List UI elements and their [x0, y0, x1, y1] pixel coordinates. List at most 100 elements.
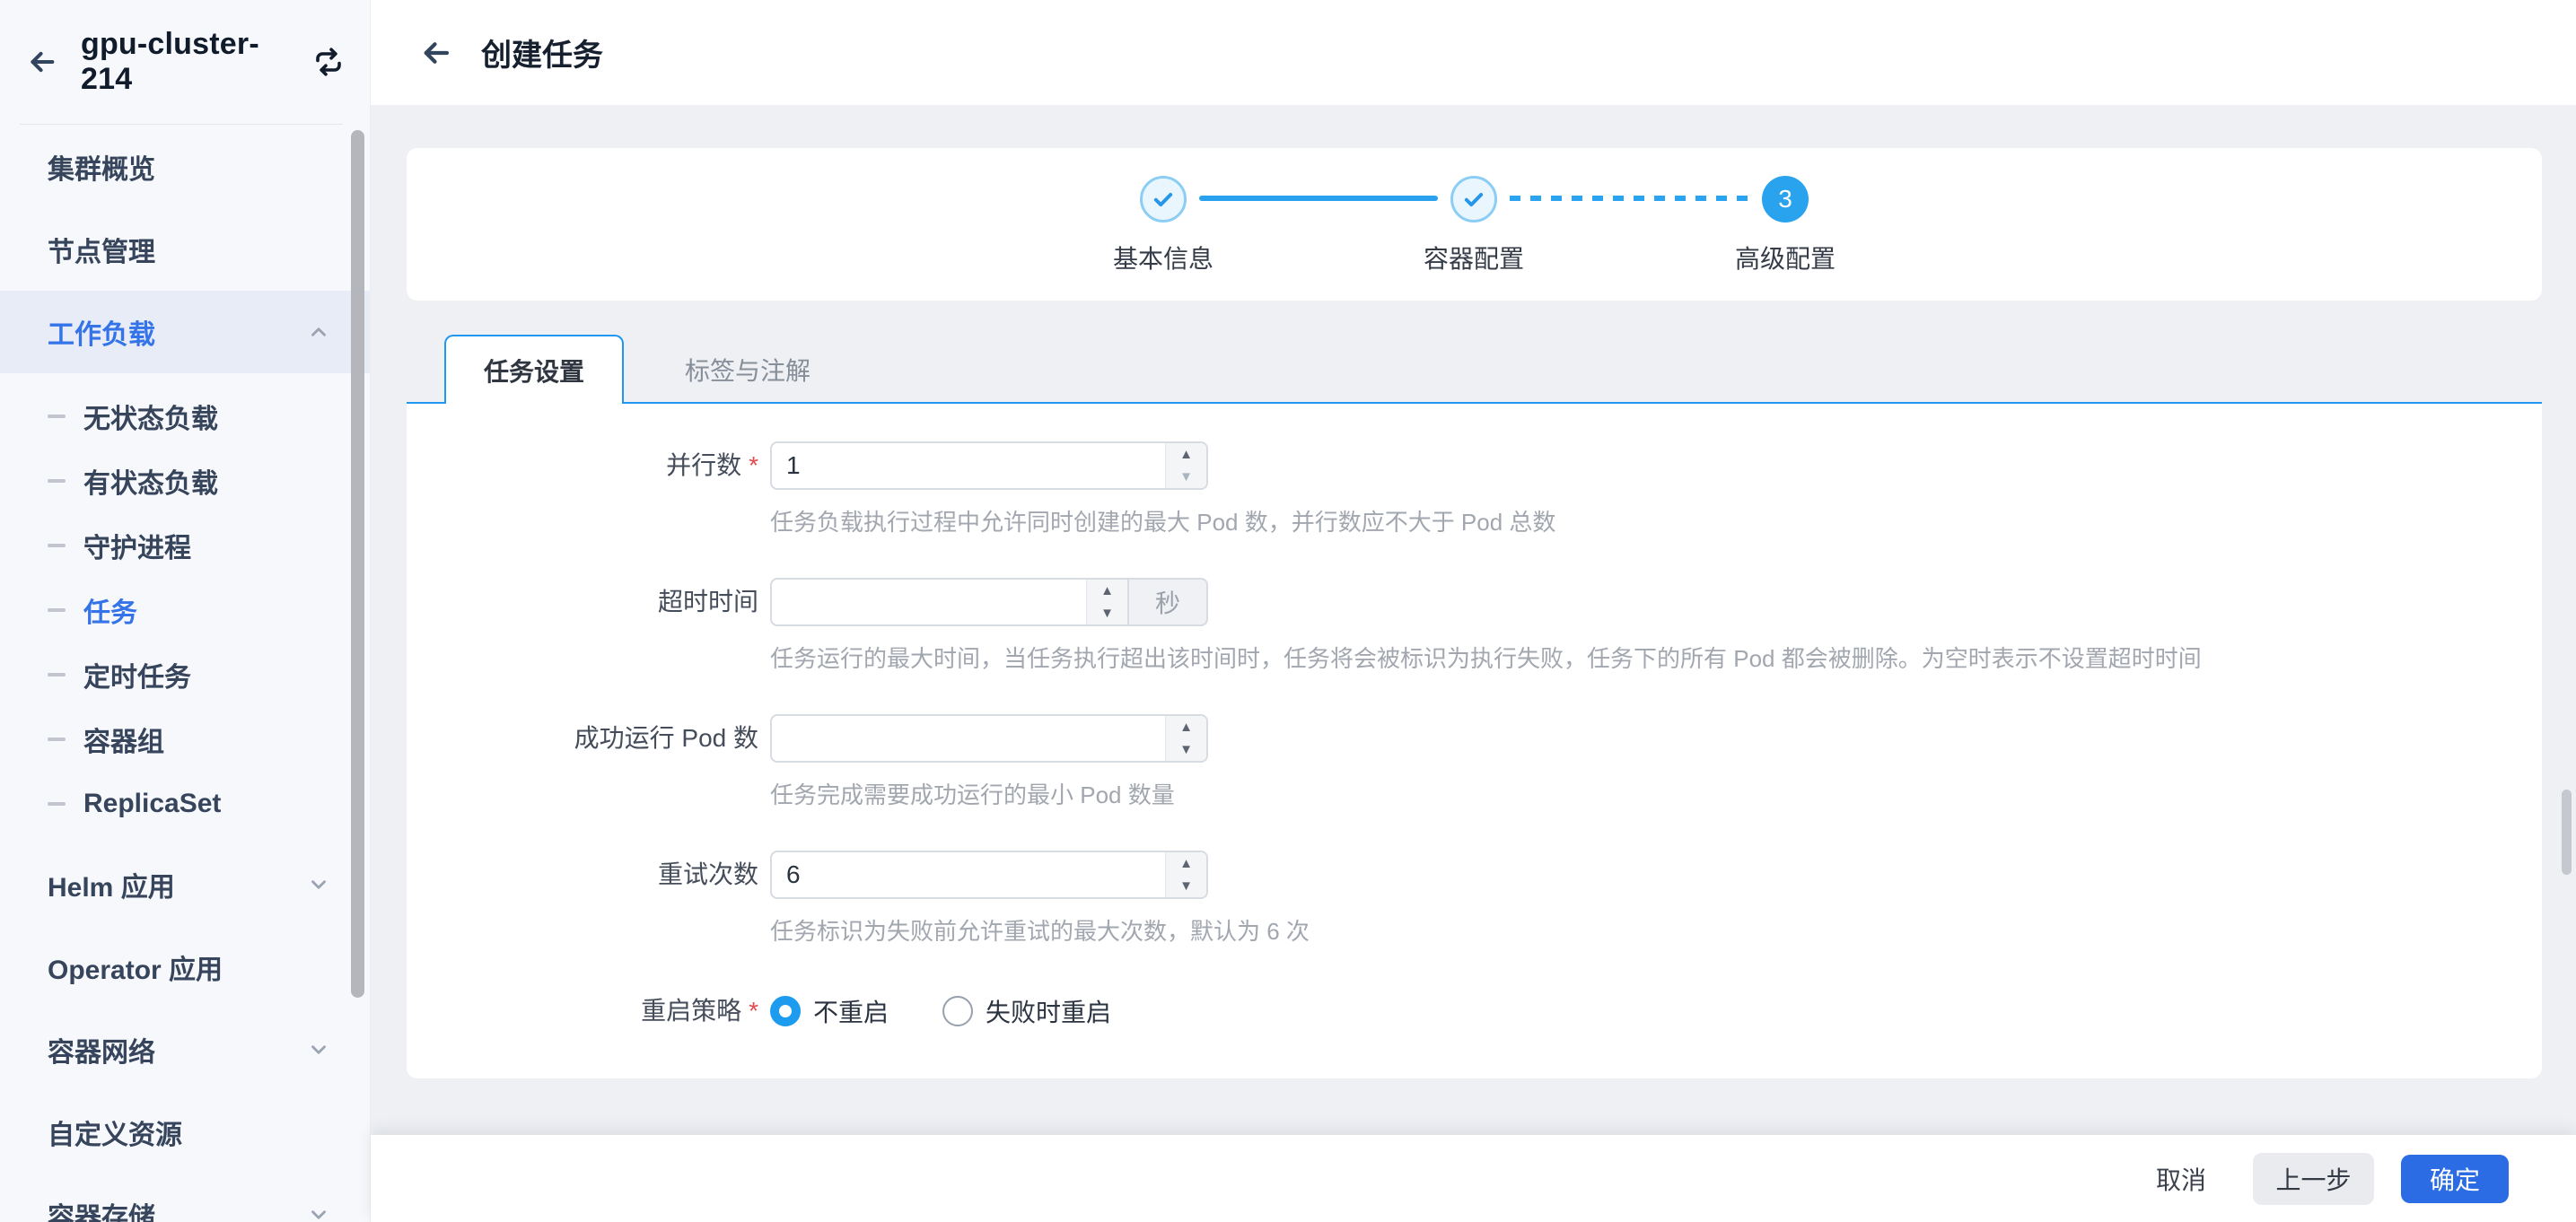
decrement-button[interactable]: ▼ [1166, 875, 1206, 897]
number-spinner: ▲▼ [1165, 716, 1206, 761]
stepper-card: 3 基本信息 容器配置 高级配置 [407, 148, 2542, 301]
sidebar-header: gpu-cluster-214 [0, 0, 370, 124]
sidebar-item-label: Operator 应用 [48, 947, 223, 987]
cancel-button[interactable]: 取消 [2156, 1161, 2206, 1197]
field-label: 重试次数 [407, 851, 758, 947]
required-asterisk: * [749, 451, 758, 479]
step-1-done-icon [1140, 176, 1187, 223]
sidebar-item-stateful[interactable]: 有状态负载 [0, 449, 370, 513]
form-row-parallelism: 并行数* 1 ▲▼ 任务负载执行过程中允许同时创建的最大 Pod 数，并行数应不… [407, 441, 2542, 537]
dash-icon [48, 802, 66, 806]
step-2-done-icon [1450, 176, 1497, 223]
field-help: 任务运行的最大时间，当任务执行超出该时间时，任务将会被标识为执行失败，任务下的所… [770, 641, 2202, 674]
tab-bar: 任务设置 标签与注解 [407, 335, 2542, 404]
required-asterisk: * [749, 997, 758, 1025]
dash-icon [48, 738, 66, 741]
dash-icon [48, 544, 66, 547]
sidebar-item-node-management[interactable]: 节点管理 [0, 208, 370, 291]
number-spinner: ▲▼ [1086, 580, 1127, 624]
sidebar-item-custom-resources[interactable]: 自定义资源 [0, 1091, 370, 1174]
sidebar-item-pods[interactable]: 容器组 [0, 707, 370, 772]
dash-icon [48, 479, 66, 483]
sidebar-item-label: 集群概览 [48, 147, 155, 187]
app-window: gpu-cluster-214 集群概览节点管理工作负载无状态负载有状态负载守护… [0, 0, 2576, 1222]
sidebar-item-replicaset[interactable]: ReplicaSet [0, 772, 370, 836]
sidebar-item-helm-apps[interactable]: Helm 应用 [0, 843, 370, 926]
sidebar-item-label: 定时任务 [83, 655, 191, 694]
completions-input[interactable]: ▲▼ [770, 714, 1208, 763]
previous-step-button[interactable]: 上一步 [2253, 1153, 2374, 1205]
switch-cluster-icon[interactable] [312, 46, 345, 78]
sidebar-item-operator-apps[interactable]: Operator 应用 [0, 926, 370, 1008]
radio-option-on-failure[interactable]: 失败时重启 [942, 993, 1111, 1029]
chevron-down-icon [307, 1038, 330, 1061]
footer-action-bar: 取消 上一步 确定 [371, 1135, 2576, 1222]
tab-labels-annotations[interactable]: 标签与注解 [676, 335, 819, 404]
page-header: 创建任务 [371, 0, 2576, 105]
sidebar-item-label: 工作负载 [48, 312, 155, 352]
tab-job-settings[interactable]: 任务设置 [444, 335, 624, 404]
sidebar-item-label: 自定义资源 [48, 1113, 182, 1152]
sidebar-item-label: 无状态负载 [83, 397, 218, 436]
sidebar-item-label: 有状态负载 [83, 461, 218, 501]
radio-option-never[interactable]: 不重启 [770, 993, 889, 1029]
sidebar-item-container-storage[interactable]: 容器存储 [0, 1174, 370, 1222]
sidebar-item-daemonset[interactable]: 守护进程 [0, 513, 370, 578]
main-area: 创建任务 3 基本信息 容器配置 高级配置 [371, 0, 2576, 1222]
chevron-up-icon [307, 320, 330, 344]
step-1-label: 基本信息 [1073, 240, 1253, 275]
page-content: 3 基本信息 容器配置 高级配置 任务设置 标签与注解 并行数* 1 [371, 105, 2576, 1135]
step-3-badge: 3 [1762, 176, 1809, 223]
sidebar-menu: 集群概览节点管理工作负载无状态负载有状态负载守护进程任务定时任务容器组 Repli… [0, 125, 370, 1222]
input-value: 6 [772, 852, 1165, 897]
field-label: 超时时间 [407, 578, 758, 674]
increment-button[interactable]: ▲ [1166, 443, 1206, 466]
sidebar-item-cronjobs[interactable]: 定时任务 [0, 642, 370, 707]
number-spinner: ▲▼ [1165, 852, 1206, 897]
decrement-button[interactable]: ▼ [1087, 602, 1127, 624]
job-settings-panel: 并行数* 1 ▲▼ 任务负载执行过程中允许同时创建的最大 Pod 数，并行数应不… [407, 404, 2542, 1078]
increment-button[interactable]: ▲ [1087, 580, 1127, 602]
sidebar-item-stateless[interactable]: 无状态负载 [0, 384, 370, 449]
sidebar-item-cluster-overview[interactable]: 集群概览 [0, 126, 370, 208]
sidebar-item-container-network[interactable]: 容器网络 [0, 1008, 370, 1091]
step-connector-solid [1199, 196, 1438, 201]
stepper: 3 基本信息 容器配置 高级配置 [1140, 148, 1809, 301]
retries-input[interactable]: 6 ▲▼ [770, 851, 1208, 899]
radio-selected-icon[interactable] [770, 996, 801, 1026]
chevron-down-icon [307, 1203, 330, 1222]
field-label: 成功运行 Pod 数 [407, 714, 758, 810]
sidebar: gpu-cluster-214 集群概览节点管理工作负载无状态负载有状态负载守护… [0, 0, 371, 1222]
dash-icon [48, 673, 66, 676]
sidebar-scrollbar-thumb[interactable] [351, 130, 364, 998]
increment-button[interactable]: ▲ [1166, 716, 1206, 738]
step-2-label: 容器配置 [1384, 240, 1564, 275]
page-back-arrow-icon[interactable] [420, 37, 452, 69]
page-scrollbar-thumb[interactable] [2562, 790, 2572, 875]
radio-unselected-icon[interactable] [942, 996, 973, 1026]
decrement-button[interactable]: ▼ [1166, 466, 1206, 488]
sidebar-item-label: 容器存储 [48, 1195, 155, 1222]
field-help: 任务完成需要成功运行的最小 Pod 数量 [770, 777, 1208, 810]
sidebar-item-label: ReplicaSet [83, 789, 221, 819]
input-value: 1 [772, 443, 1165, 488]
back-arrow-icon[interactable] [27, 47, 57, 77]
form-row-timeout: 超时时间 ▲▼ 秒 任务运行的最大时间，当任务执行超出该时间时，任务将会被标识为… [407, 578, 2542, 674]
restart-policy-radio-group: 不重启 失败时重启 [770, 987, 1165, 1035]
page-title: 创建任务 [481, 31, 603, 74]
field-help: 任务负载执行过程中允许同时创建的最大 Pod 数，并行数应不大于 Pod 总数 [770, 504, 1555, 537]
cluster-title: gpu-cluster-214 [81, 27, 276, 97]
confirm-button[interactable]: 确定 [2401, 1155, 2509, 1203]
parallelism-input[interactable]: 1 ▲▼ [770, 441, 1208, 490]
dash-icon [48, 415, 66, 418]
increment-button[interactable]: ▲ [1166, 852, 1206, 875]
chevron-down-icon [307, 873, 330, 896]
decrement-button[interactable]: ▼ [1166, 738, 1206, 761]
unit-addon-seconds: 秒 [1129, 578, 1208, 626]
field-label: 并行数* [407, 441, 758, 537]
form-row-completions: 成功运行 Pod 数 ▲▼ 任务完成需要成功运行的最小 Pod 数量 [407, 714, 2542, 810]
sidebar-item-workloads[interactable]: 工作负载 [0, 291, 370, 373]
sidebar-item-jobs[interactable]: 任务 [0, 578, 370, 642]
form-row-restart-policy: 重启策略* 不重启 失败时重启 [407, 987, 2542, 1035]
timeout-input[interactable]: ▲▼ [770, 578, 1129, 626]
